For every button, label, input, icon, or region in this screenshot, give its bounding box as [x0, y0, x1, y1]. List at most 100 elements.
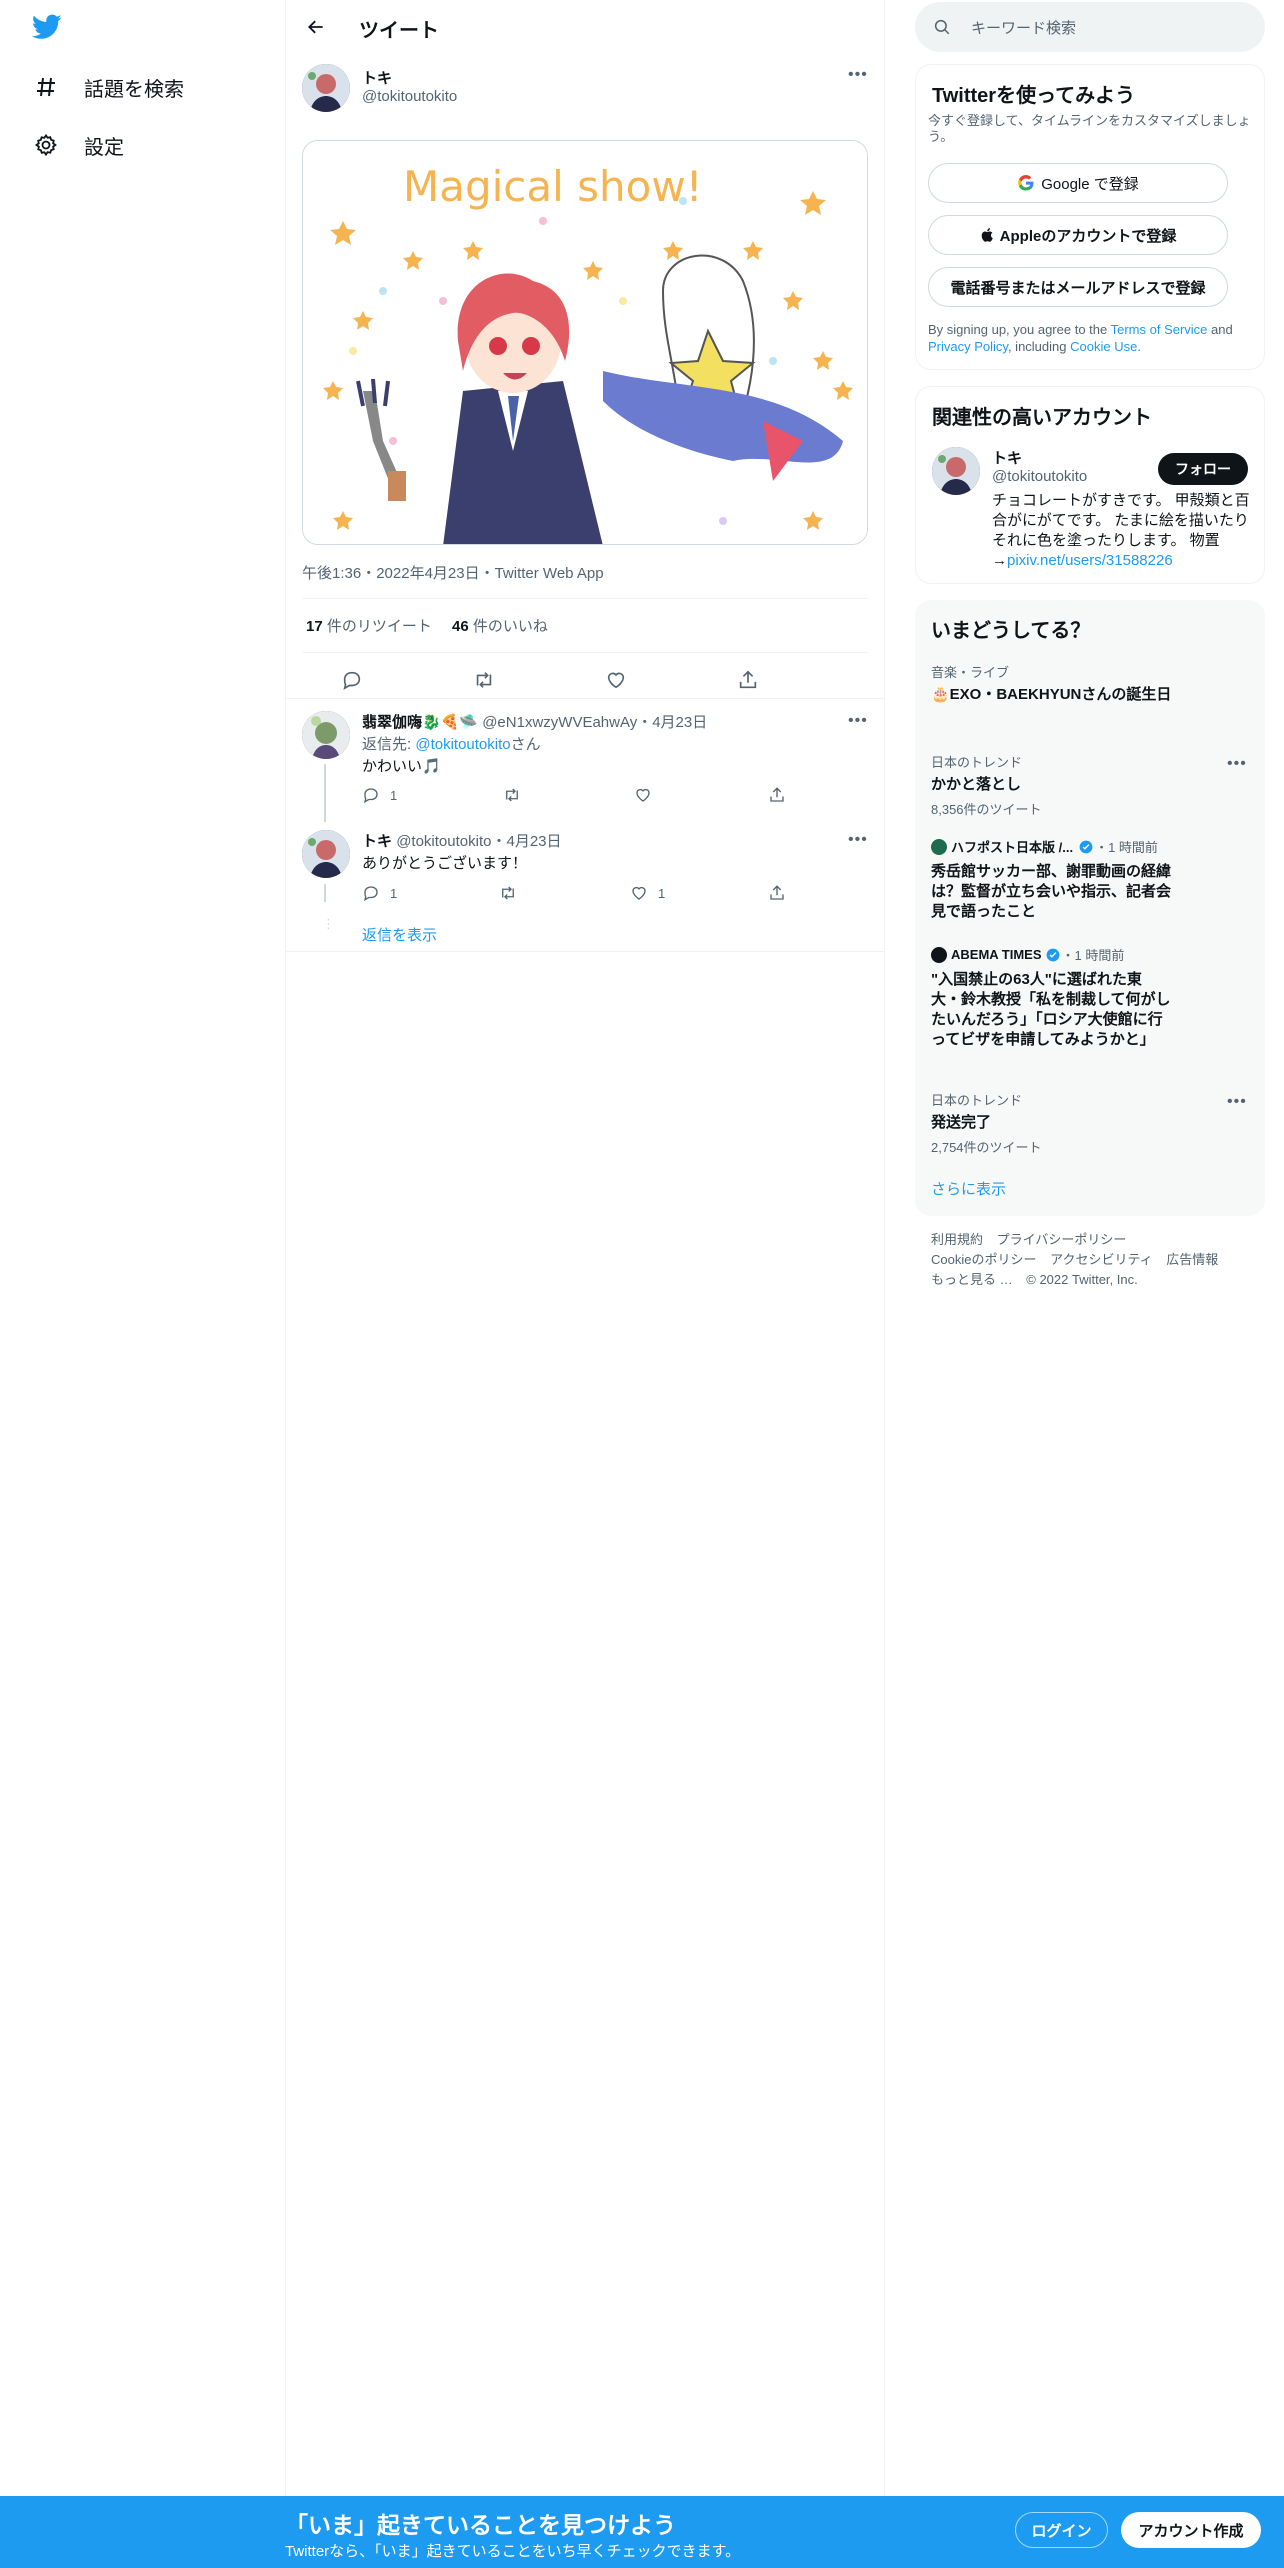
image-caption: Magical show!	[403, 162, 703, 211]
author-name[interactable]: トキ	[362, 67, 392, 88]
reply-like-button[interactable]: 1	[630, 884, 665, 902]
reply-date[interactable]: 4月23日	[506, 833, 561, 850]
related-name[interactable]: トキ	[992, 447, 1022, 468]
like-button[interactable]	[596, 660, 636, 700]
more-icon[interactable]: •••	[1227, 755, 1247, 773]
reply-avatar[interactable]	[302, 830, 350, 878]
google-icon	[1018, 175, 1034, 191]
reply-author-handle[interactable]: @tokitoutokito	[396, 833, 491, 850]
trend-item[interactable]: 日本のトレンド かかと落とし 8,356件のツイート	[931, 752, 1231, 818]
like-count: 46	[452, 618, 469, 635]
reply-date[interactable]: 4月23日	[652, 714, 707, 731]
reply-to: 返信先: @tokitoutokitoさん	[362, 733, 541, 754]
phone-email-signup-button[interactable]: 電話番号またはメールアドレスで登録	[928, 267, 1228, 307]
footer-link[interactable]: 利用規約	[931, 1232, 983, 1247]
share-icon	[739, 670, 757, 689]
signup-subtitle: 今すぐ登録して、タイムラインをカスタマイズしましょう。	[928, 113, 1251, 144]
heart-icon	[632, 886, 646, 900]
reply-author-name[interactable]: 翡翠伽嗨🐉🍕🛸	[362, 714, 478, 731]
trend-item[interactable]: 音楽・ライブ 🎂EXO・BAEKHYUNさんの誕生日	[931, 662, 1231, 705]
footer-link[interactable]: アクセシビリティ	[1050, 1252, 1153, 1267]
like-count: 1	[658, 885, 666, 901]
footer-link[interactable]: Cookieのポリシー	[931, 1252, 1036, 1267]
author-avatar[interactable]	[302, 64, 350, 112]
reply-header: 翡翠伽嗨🐉🍕🛸 @eN1xwzyWVEahwAy・4月23日	[362, 711, 707, 732]
reply-reply-button[interactable]: 1	[362, 884, 397, 902]
apple-icon	[981, 228, 993, 242]
footer-more-link[interactable]: もっと見る …	[931, 1272, 1013, 1287]
author-handle[interactable]: @tokitoutokito	[362, 88, 457, 105]
search-input[interactable]: キーワード検索	[915, 2, 1265, 52]
thread-dots: ⋮	[322, 916, 335, 931]
related-handle[interactable]: @tokitoutokito	[992, 468, 1087, 485]
related-accounts-card: 関連性の高いアカウント トキ @tokitoutokito フォロー チョコレー…	[915, 386, 1265, 584]
trend-category: 日本のトレンド	[931, 755, 1023, 770]
trend-count: 2,754件のツイート	[931, 1140, 1042, 1155]
thread-line	[324, 764, 326, 822]
twitter-bird-icon[interactable]	[31, 14, 64, 42]
trends-card: いまどうしてる？ 音楽・ライブ 🎂EXO・BAEKHYUNさんの誕生日 日本のト…	[915, 600, 1265, 1216]
reply-share-button[interactable]	[768, 884, 786, 907]
retweet-stat[interactable]: 17 件のリツイート	[306, 615, 432, 636]
privacy-link[interactable]: Privacy Policy	[928, 339, 1008, 354]
reply-icon	[363, 886, 378, 902]
more-icon[interactable]: •••	[848, 712, 868, 730]
divider	[302, 652, 868, 653]
create-account-button[interactable]: アカウント作成	[1121, 2512, 1261, 2548]
retweet-icon	[476, 672, 492, 688]
news-item[interactable]: ハフポスト日本版 /... ・1 時間前 秀岳館サッカー部、謝罪動画の経緯は？監…	[931, 837, 1171, 922]
news-item[interactable]: ABEMA TIMES ・1 時間前 "入国禁止の63人"に選ばれた東大・鈴木教…	[931, 945, 1171, 1050]
reply-author-name[interactable]: トキ	[362, 833, 392, 850]
bottom-bar-subtitle: Twitterなら、「いま」起きていることをいち早くチェックできます。	[285, 2543, 741, 2560]
bottom-bar-title: 「いま」起きていることを見つけよう	[285, 2512, 676, 2538]
share-button[interactable]	[728, 660, 768, 700]
retweet-button[interactable]	[464, 660, 504, 700]
google-signup-button[interactable]: Google で登録	[928, 163, 1228, 203]
gear-icon	[32, 131, 60, 159]
login-button[interactable]: ログイン	[1015, 2512, 1108, 2548]
more-icon[interactable]: •••	[848, 831, 868, 849]
google-signup-label: Google で登録	[1041, 175, 1139, 193]
reply-avatar[interactable]	[302, 711, 350, 759]
related-bio-link[interactable]: pixiv.net/users/31588226	[1007, 552, 1173, 569]
nav-explore[interactable]: 話題を検索	[32, 67, 184, 107]
reply-count: 1	[390, 885, 398, 901]
show-replies-link[interactable]: 返信を表示	[362, 924, 437, 945]
separator: ・	[637, 714, 653, 731]
footer-links: 利用規約 プライバシーポリシー Cookieのポリシー アクセシビリティ 広告情…	[931, 1230, 1261, 1290]
trends-title: いまどうしてる？	[931, 620, 1091, 642]
news-source-icon	[931, 838, 947, 855]
reply-to-prefix: 返信先:	[362, 736, 416, 753]
retweet-icon	[506, 788, 518, 802]
nav-settings[interactable]: 設定	[32, 125, 124, 165]
like-stat[interactable]: 46 件のいいね	[452, 615, 548, 636]
reply-retweet-button[interactable]	[502, 786, 522, 809]
trend-title: 🎂EXO・BAEKHYUNさんの誕生日	[931, 686, 1172, 703]
tweet-meta[interactable]: 午後1:36・2022年4月23日・Twitter Web App	[302, 562, 604, 583]
reply-like-button[interactable]	[634, 786, 652, 809]
terms-prefix: By signing up, you agree to the	[928, 322, 1111, 337]
reply-reply-button[interactable]: 1	[362, 786, 397, 804]
reply-button[interactable]	[332, 660, 372, 700]
reply-text: ありがとうございます！	[362, 855, 528, 872]
cookie-link[interactable]: Cookie Use	[1070, 339, 1137, 354]
reply-share-button[interactable]	[768, 786, 786, 809]
related-avatar[interactable]	[932, 447, 980, 495]
show-more-link[interactable]: さらに表示	[931, 1178, 1006, 1199]
terms-period: .	[1137, 339, 1141, 354]
reply-retweet-button[interactable]	[498, 884, 518, 907]
terms-link[interactable]: Terms of Service	[1111, 322, 1208, 337]
reply-to-handle[interactable]: @tokitoutokito	[415, 736, 510, 753]
tweet-image[interactable]: Magical show!	[302, 140, 868, 545]
reply-author-handle[interactable]: @eN1xwzyWVEahwAy	[482, 714, 637, 731]
back-button[interactable]	[300, 11, 332, 43]
apple-signup-button[interactable]: Appleのアカウントで登録	[928, 215, 1228, 255]
more-icon[interactable]: •••	[1227, 1093, 1247, 1111]
related-bio: チョコレートがすきです。 甲殻類と百合がにがてです。 たまに絵を描いたりそれに色…	[992, 491, 1252, 571]
more-icon[interactable]: •••	[848, 66, 868, 84]
trend-item[interactable]: 日本のトレンド 発送完了 2,754件のツイート	[931, 1090, 1231, 1156]
signup-card: Twitterを使ってみよう 今すぐ登録して、タイムラインをカスタマイズしましょ…	[915, 64, 1265, 370]
follow-button[interactable]: フォロー	[1158, 453, 1248, 485]
footer-link[interactable]: 広告情報	[1166, 1252, 1218, 1267]
footer-link[interactable]: プライバシーポリシー	[997, 1232, 1127, 1247]
